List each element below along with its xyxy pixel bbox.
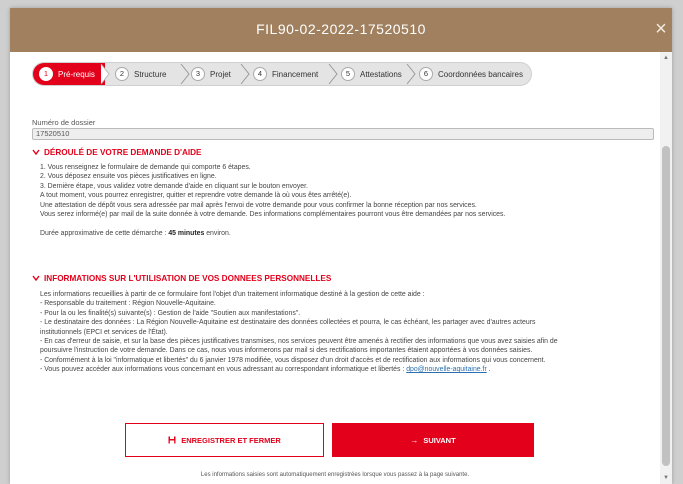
step-label: Structure xyxy=(134,69,167,79)
duration-line: Durée approximative de cette démarche : … xyxy=(40,229,650,238)
step-prerequis[interactable]: 1 Pré-requis xyxy=(33,63,105,85)
section-deroule-body: 1. Vous renseignez le formulaire de dema… xyxy=(40,163,650,239)
chevron-down-icon xyxy=(32,149,40,155)
text-line: - Pour la ou les finalité(s) suivante(s)… xyxy=(40,309,301,317)
section-donnees-body: Les informations recueillies à partir de… xyxy=(40,290,650,375)
save-icon xyxy=(168,436,176,444)
duration-suffix: environ. xyxy=(204,230,231,238)
text-line: A tout moment, vous pourrez enregistrer,… xyxy=(40,192,352,200)
step-separator-icon xyxy=(328,63,338,85)
autosave-footnote: Les informations saisies sont automatiqu… xyxy=(200,472,470,478)
step-number: 5 xyxy=(341,67,355,81)
duration-value: 45 minutes xyxy=(168,230,205,238)
duration-prefix: Durée approximative de cette démarche : xyxy=(40,230,169,238)
text-line: poursuivre l'instruction de votre demand… xyxy=(40,347,533,355)
arrow-right-icon: → xyxy=(410,435,419,445)
step-number: 2 xyxy=(115,67,129,81)
text-line: - En cas d'erreur de saisie, et sur la b… xyxy=(40,338,558,346)
step-label: Financement xyxy=(272,69,319,79)
stepper: 1 Pré-requis 2 Structure 3 Projet 4 Fina… xyxy=(32,62,532,86)
dossier-label: Numéro de dossier xyxy=(32,118,96,127)
step-coordonnees-bancaires[interactable]: 6 Coordonnées bancaires xyxy=(419,63,523,85)
text-line: - Conformément à la loi "informatique et… xyxy=(40,356,546,364)
scroll-down-icon[interactable]: ▼ xyxy=(662,474,670,482)
text-line: Les informations recueillies à partir de… xyxy=(40,291,425,298)
step-financement[interactable]: 4 Financement xyxy=(253,63,318,85)
step-label: Attestations xyxy=(360,69,402,79)
dpo-email-link[interactable]: dpo@nouvelle-aquitaine.fr xyxy=(406,366,487,373)
text-line: 1. Vous renseignez le formulaire de dema… xyxy=(40,164,251,171)
dossier-number-field: 17520510 xyxy=(32,128,654,140)
step-label: Coordonnées bancaires xyxy=(438,69,523,79)
step-separator-icon xyxy=(240,63,250,85)
section-donnees-title[interactable]: INFORMATIONS SUR L'UTILISATION DE VOS DO… xyxy=(32,274,331,283)
last-line-suffix: . xyxy=(486,366,491,374)
chevron-down-icon xyxy=(32,275,40,281)
save-button-label: ENREGISTRER ET FERMER xyxy=(181,435,281,445)
step-number: 1 xyxy=(39,67,53,81)
section-title-text: DÉROULÉ DE VOTRE DEMANDE D'AIDE xyxy=(44,148,202,157)
text-line: institutionnels (EPCI et services de l'É… xyxy=(40,328,168,336)
text-line: - Responsable du traitement : Région Nou… xyxy=(40,300,216,308)
next-button[interactable]: → SUIVANT xyxy=(332,423,534,457)
form-content: Numéro de dossier 17520510 DÉROULÉ DE VO… xyxy=(10,92,660,484)
text-line: Vous serez informé(e) par mail de la sui… xyxy=(40,211,506,219)
step-attestations[interactable]: 5 Attestations xyxy=(341,63,402,85)
step-label: Pré-requis xyxy=(58,69,95,79)
modal-title: FIL90-02-2022-17520510 xyxy=(256,21,426,37)
step-number: 4 xyxy=(253,67,267,81)
close-icon[interactable]: × xyxy=(650,18,672,40)
section-title-text: INFORMATIONS SUR L'UTILISATION DE VOS DO… xyxy=(44,274,332,283)
text-line: 3. Dernière étape, vous validez votre de… xyxy=(40,182,308,190)
modal-scrollbar[interactable]: ▲ ▼ xyxy=(660,52,672,484)
scroll-up-icon[interactable]: ▲ xyxy=(662,54,670,62)
step-separator-icon xyxy=(406,63,416,85)
step-label: Projet xyxy=(210,69,231,79)
modal-titlebar: FIL90-02-2022-17520510 × xyxy=(10,8,672,52)
text-line: 2. Vous déposez ensuite vos pièces justi… xyxy=(40,173,217,181)
section-deroule-title[interactable]: DÉROULÉ DE VOTRE DEMANDE D'AIDE xyxy=(32,148,202,157)
save-and-close-button[interactable]: ENREGISTRER ET FERMER xyxy=(125,423,324,457)
step-separator-icon xyxy=(180,63,190,85)
next-button-label: SUIVANT xyxy=(423,435,456,445)
text-line: Une attestation de dépôt vous sera adres… xyxy=(40,201,477,209)
form-modal: FIL90-02-2022-17520510 × 1 Pré-requis 2 … xyxy=(10,8,672,484)
text-line: - Le destinataire des données : La Régio… xyxy=(40,319,536,327)
step-projet[interactable]: 3 Projet xyxy=(191,63,231,85)
last-line-prefix: - Vous pouvez accéder aux informations v… xyxy=(40,366,407,374)
step-number: 3 xyxy=(191,67,205,81)
step-number: 6 xyxy=(419,67,433,81)
scrollbar-thumb[interactable] xyxy=(662,146,670,466)
step-separator-icon xyxy=(100,63,110,85)
step-structure[interactable]: 2 Structure xyxy=(115,63,166,85)
text-line: - Vous pouvez accéder aux informations v… xyxy=(40,365,650,374)
